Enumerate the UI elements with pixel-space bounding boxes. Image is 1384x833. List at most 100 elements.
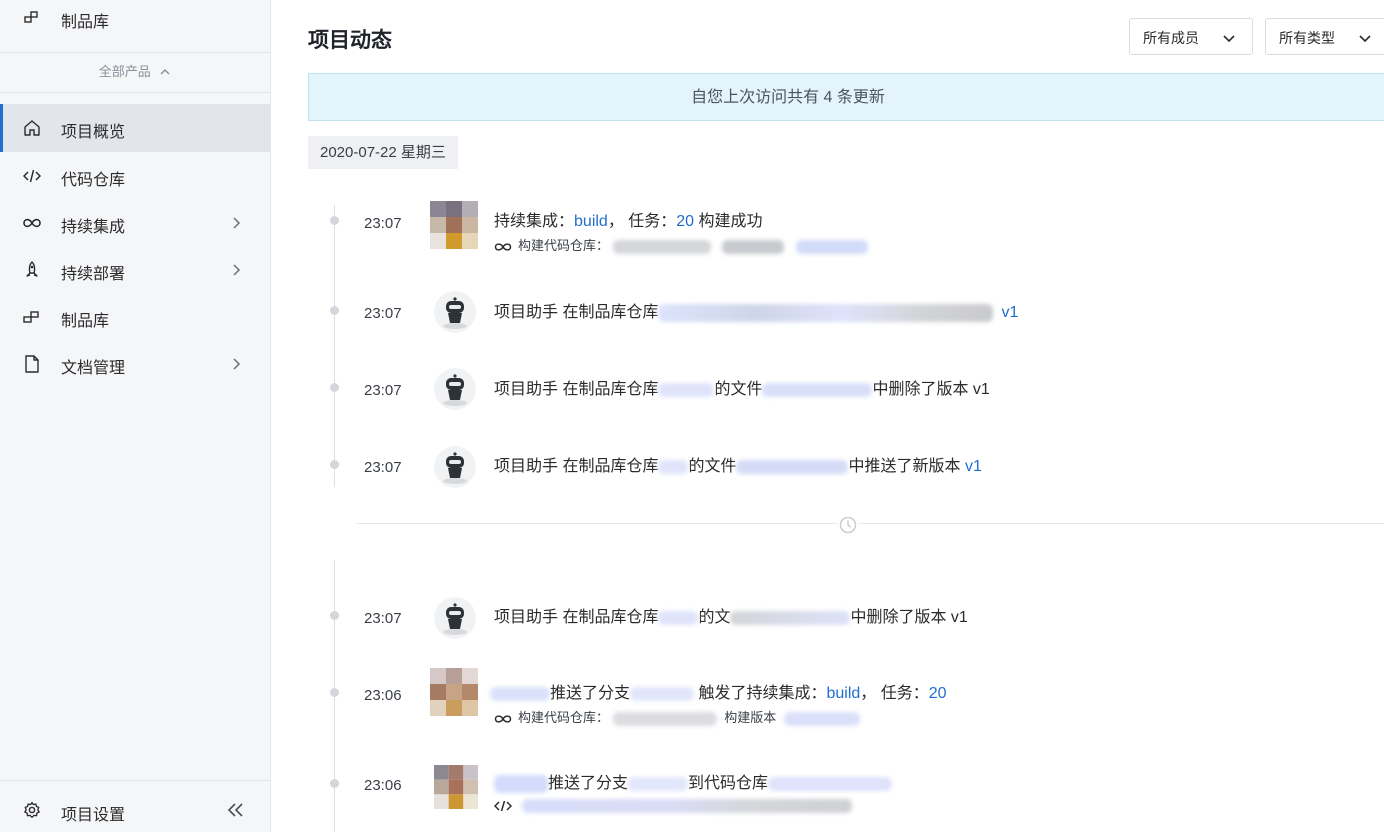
sidebar-item-label: 项目概览 (61, 124, 126, 141)
infinity-icon (494, 243, 512, 251)
artifact-icon (23, 311, 39, 323)
event-body: 在制品库仓库 (558, 304, 659, 321)
event-actor: 项目助手 (494, 304, 559, 321)
event-time: 23:07 (364, 382, 402, 399)
redacted-text (768, 776, 893, 791)
event-text: 持续集成：build， 任务：20 构建成功 (494, 207, 763, 231)
task-link[interactable]: 20 (676, 213, 694, 230)
sidebar-item-artifact[interactable]: 制品库 (0, 293, 270, 341)
gear-icon (24, 801, 40, 818)
build-link[interactable]: build (574, 213, 608, 230)
subline-label: 构建版本 (724, 710, 777, 725)
collapse-sidebar-icon[interactable] (226, 802, 246, 818)
sidebar: 制品库 全部产品 项目概览 代码仓库 持续集成 持续部署 制品库 文档管理 项目… (0, 0, 271, 832)
event-body: 推送了分支 (550, 685, 631, 702)
chevron-right-icon (233, 264, 241, 276)
event-text: 项目助手 在制品库仓库 v1 (494, 298, 1018, 322)
event-text: 推送了分支 到代码仓库 (494, 769, 893, 793)
task-link[interactable]: 20 (929, 685, 947, 702)
redacted-text (658, 459, 689, 474)
sidebar-settings[interactable]: 项目设置 (0, 780, 270, 833)
settings-label: 项目设置 (61, 807, 126, 824)
redacted-text (722, 239, 785, 254)
robot-avatar-icon (434, 446, 476, 488)
sidebar-item-docs[interactable]: 文档管理 (0, 340, 270, 388)
all-products-label: 全部产品 (98, 64, 151, 79)
code-icon (23, 169, 41, 183)
timeline-dot (330, 383, 339, 392)
robot-avatar-icon (434, 368, 476, 410)
avatar[interactable] (430, 201, 478, 249)
redacted-text (658, 610, 699, 625)
timeline-dot (330, 306, 339, 315)
document-icon (25, 355, 39, 373)
avatar[interactable] (434, 765, 478, 809)
update-banner[interactable]: 自您上次访问共有 4 条更新 (308, 73, 1384, 121)
build-link[interactable]: build (826, 685, 860, 702)
sidebar-item-label: 持续部署 (61, 266, 126, 283)
event-text: 推送了分支 触发了持续集成：build， 任务：20 (490, 679, 947, 703)
timeline-dot (330, 779, 339, 788)
sidebar-item-label: 制品库 (61, 14, 110, 31)
redacted-text (612, 711, 717, 726)
date-tag: 2020-07-22 星期三 (308, 136, 458, 169)
timeline-dot (330, 688, 339, 697)
member-filter-value: 所有成员 (1143, 30, 1199, 46)
redacted-text (658, 382, 715, 397)
page-title: 项目动态 (308, 29, 392, 52)
event-mid: ， 任务： (607, 213, 677, 230)
event-body: 推送了分支 (548, 775, 629, 792)
timeline-dot (330, 611, 339, 620)
sidebar-item-label: 持续集成 (61, 219, 126, 236)
redacted-text (658, 303, 994, 322)
subline-label: 构建代码仓库： (518, 238, 610, 253)
avatar[interactable] (430, 668, 478, 716)
subline-label: 构建代码仓库： (518, 710, 610, 725)
redacted-text (730, 610, 851, 625)
event-subline: 构建代码仓库： (494, 235, 868, 254)
redacted-text (612, 239, 711, 254)
all-products-toggle[interactable]: 全部产品 (0, 52, 270, 93)
event-subline (493, 797, 852, 813)
timeline-dot (330, 216, 339, 225)
redacted-text (490, 686, 550, 701)
update-banner-text: 自您上次访问共有 4 条更新 (691, 89, 885, 106)
version-link[interactable]: v1 (1001, 304, 1018, 321)
event-time: 23:06 (364, 687, 402, 704)
redacted-text (521, 798, 852, 813)
sidebar-item-ci[interactable]: 持续集成 (0, 199, 270, 247)
event-time: 23:07 (364, 459, 402, 476)
redacted-text (494, 774, 548, 793)
sidebar-item-artifact-top[interactable]: 制品库 (0, 0, 270, 53)
sidebar-item-cd[interactable]: 持续部署 (0, 246, 270, 294)
event-body: 在制品库仓库 (558, 458, 659, 475)
chevron-up-icon (160, 68, 170, 75)
redacted-text (795, 239, 868, 254)
event-time: 23:07 (364, 305, 402, 322)
sidebar-item-label: 制品库 (61, 313, 110, 330)
event-body: 在制品库仓库 (558, 609, 659, 626)
event-time: 23:06 (364, 777, 402, 794)
event-prefix: 持续集成： (494, 213, 575, 230)
redacted-text (628, 776, 689, 791)
version-link[interactable]: v1 (965, 458, 982, 475)
timeline-dot (330, 460, 339, 469)
member-filter-select[interactable]: 所有成员 (1129, 18, 1253, 55)
home-icon (24, 120, 40, 136)
event-actor: 项目助手 (494, 609, 559, 626)
sidebar-item-overview[interactable]: 项目概览 (0, 104, 270, 152)
sidebar-item-code-repo[interactable]: 代码仓库 (0, 152, 270, 200)
event-body: 在制品库仓库 (558, 381, 659, 398)
infinity-icon (494, 715, 512, 723)
chevron-down-icon (1359, 35, 1371, 43)
type-filter-select[interactable]: 所有类型 (1265, 18, 1384, 55)
chevron-down-icon (1223, 35, 1235, 43)
code-icon (493, 800, 513, 811)
event-actor: 项目助手 (494, 458, 559, 475)
redacted-text (736, 459, 849, 474)
event-subline: 构建代码仓库： 构建版本 (494, 707, 860, 726)
timeline-line (334, 205, 335, 487)
event-suffix: 构建成功 (694, 213, 763, 230)
clock-icon (838, 515, 858, 535)
type-filter-value: 所有类型 (1279, 30, 1335, 46)
